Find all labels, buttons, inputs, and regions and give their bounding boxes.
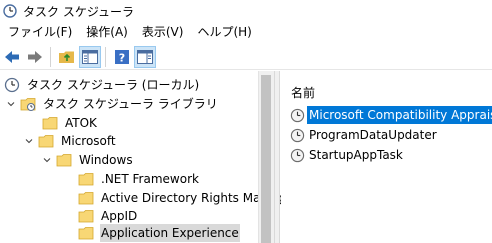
chevron-down-icon[interactable] — [24, 136, 34, 146]
tree-item-label: Application Experience — [100, 224, 240, 242]
scrollbar-thumb[interactable] — [261, 75, 271, 243]
menu-file[interactable]: ファイル(F) — [0, 22, 79, 42]
menu-action[interactable]: 操作(A) — [79, 22, 135, 42]
tree-item-label: Microsoft — [61, 134, 116, 148]
tree-item-label: タスク スケジューラ ライブラリ — [43, 97, 218, 111]
folder-icon — [56, 154, 72, 167]
back-button[interactable] — [1, 46, 23, 68]
forward-arrow-icon — [28, 50, 42, 63]
pane-splitter[interactable] — [274, 71, 280, 243]
help-icon: ? — [115, 49, 129, 64]
tree-item-task-scheduler-library[interactable]: タスク スケジューラ ライブラリ — [6, 93, 219, 115]
chevron-down-icon[interactable] — [42, 155, 52, 165]
folder-up-icon — [59, 51, 74, 63]
title-bar: タスク スケジューラ — [0, 0, 492, 22]
folder-icon — [78, 173, 94, 186]
folder-icon — [78, 192, 94, 205]
toolbar-separator — [50, 46, 51, 67]
back-arrow-icon — [5, 50, 19, 63]
folder-open-icon — [78, 227, 94, 240]
folder-icon — [42, 117, 58, 130]
task-name: ProgramDataUpdater — [309, 128, 437, 142]
help-button[interactable]: ? — [111, 46, 133, 68]
column-header-label: 名前 — [291, 85, 316, 100]
show-hide-tree-icon — [82, 49, 98, 64]
show-hide-console-tree-button[interactable] — [79, 45, 101, 68]
svg-text:?: ? — [119, 51, 125, 64]
tree-item-label: Windows — [79, 153, 133, 167]
window-title: タスク スケジューラ — [23, 4, 134, 19]
menu-view[interactable]: 表示(V) — [135, 22, 191, 42]
tree-item-label: タスク スケジューラ (ローカル) — [27, 78, 200, 92]
task-name: Microsoft Compatibility Appraiser — [307, 106, 492, 124]
action-pane-icon — [137, 49, 153, 64]
show-hide-action-pane-button[interactable] — [134, 45, 156, 68]
forward-button[interactable] — [24, 46, 46, 68]
column-header-name[interactable]: 名前 — [281, 82, 492, 102]
task-clock-icon — [290, 148, 305, 162]
task-clock-icon — [290, 108, 305, 122]
up-one-level-button[interactable] — [56, 46, 78, 68]
task-clock-icon — [290, 128, 305, 142]
library-folder-icon — [20, 98, 36, 111]
task-row[interactable]: Microsoft Compatibility Appraiser — [290, 105, 492, 125]
toolbar: ? — [0, 44, 492, 70]
menu-help[interactable]: ヘルプ(H) — [190, 22, 258, 42]
task-row[interactable]: StartupAppTask — [290, 145, 405, 165]
tree-item-application-experience[interactable]: Application Experience — [78, 222, 240, 243]
folder-icon — [38, 135, 54, 148]
tree-item-label: .NET Framework — [101, 172, 199, 186]
toolbar-separator — [105, 46, 106, 67]
task-row[interactable]: ProgramDataUpdater — [290, 125, 439, 145]
clock-icon — [4, 77, 20, 93]
menu-bar: ファイル(F) 操作(A) 表示(V) ヘルプ(H) — [0, 22, 492, 42]
chevron-down-icon[interactable] — [6, 99, 16, 109]
clock-icon — [3, 4, 17, 18]
task-name: StartupAppTask — [309, 148, 403, 162]
